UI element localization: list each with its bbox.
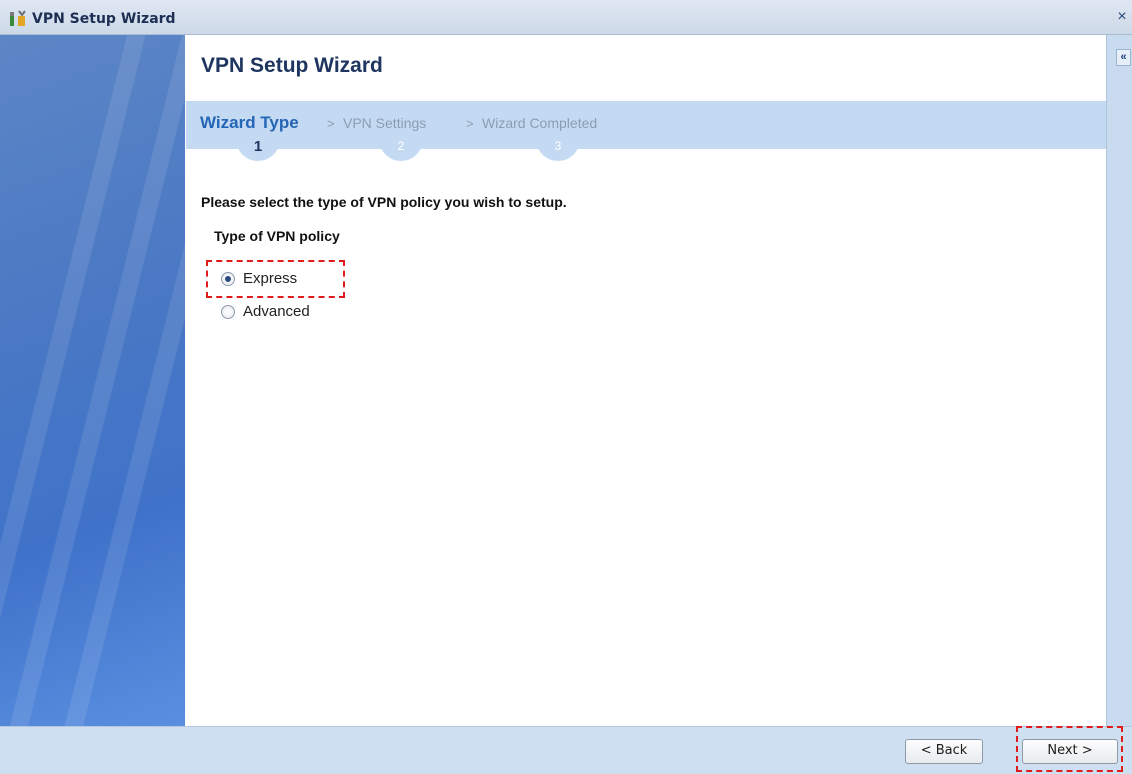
advanced-label: Advanced bbox=[243, 303, 310, 320]
step-wizard-completed: Wizard Completed bbox=[482, 115, 598, 131]
wizard-footer: < Back Next > bbox=[0, 726, 1132, 774]
step-number-2: 2 bbox=[379, 139, 423, 161]
next-highlight-box bbox=[1016, 726, 1123, 772]
step-number-3: 3 bbox=[536, 139, 580, 161]
wizard-steps-bar: Wizard Type > VPN Settings > Wizard Comp… bbox=[186, 101, 1106, 161]
step-wizard-type: Wizard Type bbox=[200, 113, 299, 132]
express-highlight-box bbox=[206, 260, 345, 298]
step-number-1: 1 bbox=[236, 139, 280, 161]
back-button[interactable]: < Back bbox=[905, 739, 983, 764]
collapse-icon[interactable]: « bbox=[1116, 49, 1131, 66]
right-side-strip bbox=[1106, 35, 1132, 726]
page-title: VPN Setup Wizard bbox=[201, 54, 383, 77]
instruction-text: Please select the type of VPN policy you… bbox=[201, 194, 567, 210]
close-icon[interactable]: × bbox=[1114, 9, 1130, 25]
step-separator-icon: > bbox=[327, 116, 335, 131]
wizard-content: VPN Setup Wizard Wizard Type > VPN Setti… bbox=[186, 35, 1106, 726]
wizard-side-banner bbox=[0, 35, 185, 726]
wizard-tools-icon bbox=[10, 10, 26, 26]
advanced-radio[interactable] bbox=[221, 305, 235, 319]
policy-type-label: Type of VPN policy bbox=[214, 228, 340, 244]
window-title: VPN Setup Wizard bbox=[32, 11, 176, 27]
window-title-bar: VPN Setup Wizard × bbox=[0, 0, 1132, 35]
step-separator-icon: > bbox=[466, 116, 474, 131]
step-vpn-settings: VPN Settings bbox=[343, 115, 427, 131]
